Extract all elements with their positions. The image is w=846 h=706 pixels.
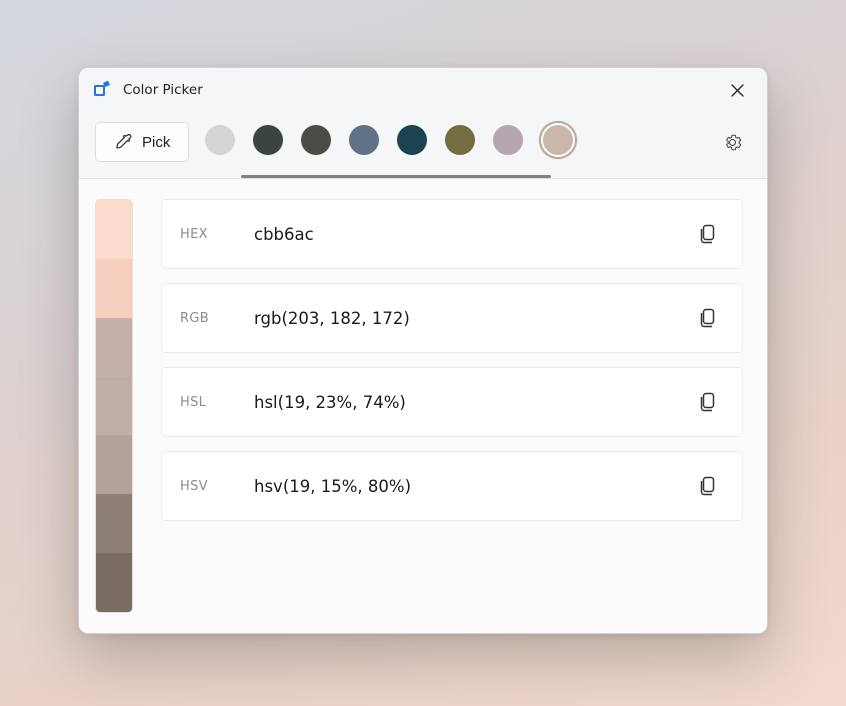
format-label: RGB [180, 311, 244, 326]
copy-button[interactable] [690, 469, 724, 503]
swatch-row [205, 123, 697, 161]
shade-6[interactable] [96, 553, 132, 612]
copy-icon [698, 476, 716, 496]
eyedropper-icon [114, 133, 132, 151]
format-row-hex[interactable]: HEX cbb6ac [161, 199, 743, 269]
pick-button-label: Pick [142, 134, 170, 151]
shade-3[interactable] [96, 377, 132, 436]
swatch-5[interactable] [445, 125, 475, 155]
shade-strip[interactable] [95, 199, 133, 613]
toolbar: Pick [79, 112, 767, 179]
color-picker-window: Color Picker Pick H [78, 67, 768, 634]
titlebar: Color Picker [79, 68, 767, 112]
copy-icon [698, 308, 716, 328]
swatch-6[interactable] [493, 125, 523, 155]
format-row-hsv[interactable]: HSV hsv(19, 15%, 80%) [161, 451, 743, 521]
format-value: hsl(19, 23%, 74%) [254, 393, 680, 412]
app-icon [93, 81, 111, 99]
format-label: HSL [180, 395, 244, 410]
copy-button[interactable] [690, 217, 724, 251]
format-label: HSV [180, 479, 244, 494]
app-title: Color Picker [123, 82, 203, 98]
format-value: hsv(19, 15%, 80%) [254, 477, 680, 496]
swatch-3[interactable] [349, 125, 379, 155]
shade-5[interactable] [96, 494, 132, 553]
format-row-hsl[interactable]: HSL hsl(19, 23%, 74%) [161, 367, 743, 437]
copy-button[interactable] [690, 301, 724, 335]
copy-icon [698, 392, 716, 412]
swatch-scrollbar[interactable] [241, 175, 551, 178]
format-value: rgb(203, 182, 172) [254, 309, 680, 328]
shade-0[interactable] [96, 200, 132, 259]
close-icon [731, 84, 744, 97]
shade-2[interactable] [96, 318, 132, 377]
swatch-7[interactable] [541, 123, 575, 157]
content-area: HEX cbb6ac RGB rgb(203, 182, 172) HSL hsl(19,… [79, 179, 767, 633]
copy-button[interactable] [690, 385, 724, 419]
copy-icon [698, 224, 716, 244]
format-row-rgb[interactable]: RGB rgb(203, 182, 172) [161, 283, 743, 353]
format-value: cbb6ac [254, 225, 680, 244]
gear-icon [723, 133, 742, 152]
formats-list: HEX cbb6ac RGB rgb(203, 182, 172) HSL hsl(19,… [161, 199, 743, 613]
shade-4[interactable] [96, 435, 132, 494]
pick-button[interactable]: Pick [95, 122, 189, 162]
swatch-1[interactable] [253, 125, 283, 155]
close-button[interactable] [717, 73, 757, 107]
swatch-2[interactable] [301, 125, 331, 155]
shade-1[interactable] [96, 259, 132, 318]
settings-button[interactable] [713, 123, 751, 161]
swatch-0[interactable] [205, 125, 235, 155]
format-label: HEX [180, 227, 244, 242]
swatch-4[interactable] [397, 125, 427, 155]
